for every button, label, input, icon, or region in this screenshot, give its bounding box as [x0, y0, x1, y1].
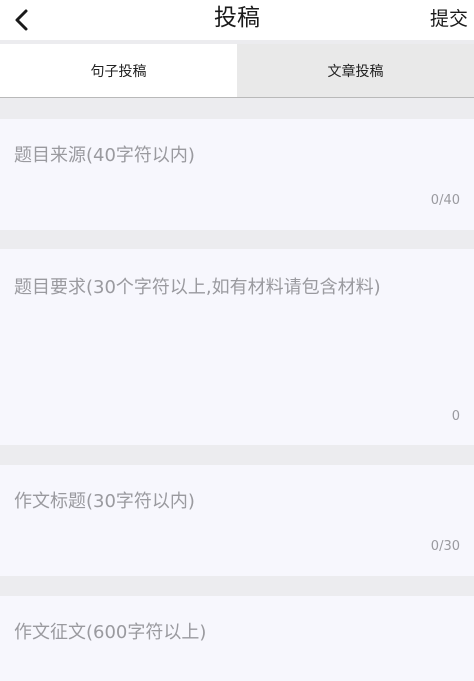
tab-bar: 句子投稿 文章投稿 [0, 44, 474, 98]
essay-body-placeholder: 作文征文(600字符以上) [14, 622, 207, 643]
topic-requirement-placeholder: 题目要求(30个字符以上,如有材料请包含材料) [14, 277, 381, 298]
submit-button[interactable]: 提交 [430, 5, 468, 33]
page-title: 投稿 [214, 5, 260, 31]
topic-requirement-field[interactable]: 题目要求(30个字符以上,如有材料请包含材料) 0 [0, 249, 474, 445]
tab-article-submission[interactable]: 文章投稿 [237, 44, 474, 97]
topic-source-counter: 0/40 [430, 193, 460, 208]
topic-source-placeholder: 题目来源(40字符以内) [14, 145, 195, 166]
essay-title-field[interactable]: 作文标题(30字符以内) 0/30 [0, 465, 474, 576]
topic-requirement-counter: 0 [451, 409, 460, 424]
app-header: 投稿 提交 [0, 0, 474, 40]
essay-body-field[interactable]: 作文征文(600字符以上) [0, 596, 474, 681]
tab-sentence-submission[interactable]: 句子投稿 [0, 44, 237, 97]
essay-title-placeholder: 作文标题(30字符以内) [14, 491, 195, 512]
essay-title-counter: 0/30 [430, 539, 460, 554]
topic-source-field[interactable]: 题目来源(40字符以内) 0/40 [0, 119, 474, 230]
